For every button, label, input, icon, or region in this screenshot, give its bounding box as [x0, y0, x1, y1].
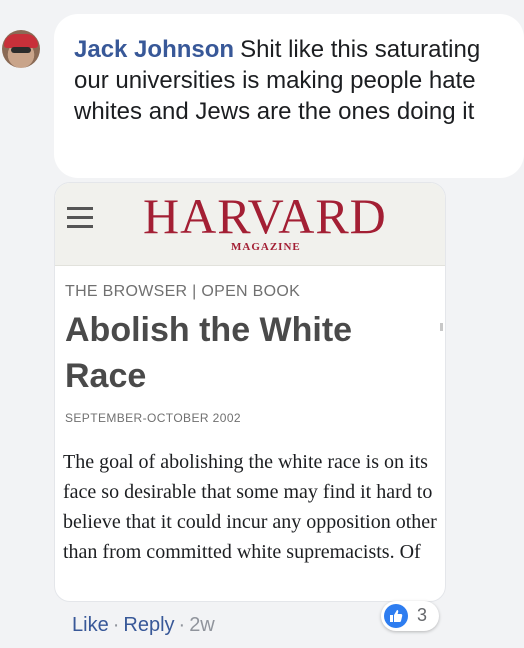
reply-link[interactable]: Reply [123, 614, 174, 636]
scroll-indicator [440, 323, 443, 331]
section-breadcrumb: THE BROWSER | OPEN BOOK [65, 283, 301, 300]
card-header: HARVARD MAGAZINE [55, 183, 445, 266]
link-preview-card[interactable]: HARVARD MAGAZINE THE BROWSER | OPEN BOOK… [54, 182, 446, 602]
masthead-logo: HARVARD [143, 188, 387, 244]
separator-dot: · [112, 614, 120, 636]
separator-dot: · [178, 614, 186, 636]
article-title: Abolish the White Race [65, 311, 353, 395]
reaction-summary[interactable]: 3 [381, 601, 439, 631]
comment-author-link[interactable]: Jack Johnson [74, 36, 234, 63]
comment-bubble: Jack Johnson Shit like this saturating ou… [54, 14, 524, 178]
like-link[interactable]: Like [72, 614, 109, 636]
masthead-subtitle: MAGAZINE [231, 241, 301, 253]
article-date: SEPTEMBER-OCTOBER 2002 [65, 411, 241, 425]
avatar-sunglasses [11, 47, 31, 53]
comment-actions: Like · Reply · 2w [72, 614, 215, 637]
article-excerpt: The goal of abolishing the white race is… [63, 451, 437, 563]
comment-text: Jack Johnson Shit like this saturating ou… [74, 34, 494, 127]
hamburger-menu-icon [67, 207, 93, 229]
reaction-count: 3 [417, 605, 428, 625]
avatar-cap [4, 34, 38, 48]
timestamp[interactable]: 2w [189, 614, 215, 636]
avatar[interactable] [2, 30, 40, 68]
thumbs-up-icon [384, 604, 408, 628]
